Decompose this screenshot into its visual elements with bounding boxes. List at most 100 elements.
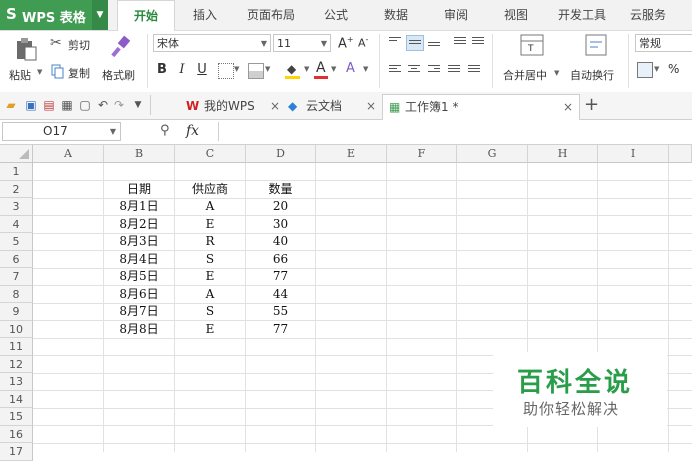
row-header[interactable]: 2 bbox=[0, 180, 33, 198]
table-cell-quantity[interactable]: 55 bbox=[246, 303, 315, 321]
wrap-text-button[interactable]: 自动换行 bbox=[568, 34, 624, 86]
tab-data[interactable]: 数据 bbox=[374, 0, 418, 30]
table-cell-date[interactable]: 8月7日 bbox=[104, 303, 174, 321]
column-header-c[interactable]: C bbox=[175, 145, 246, 163]
column-header-b[interactable]: B bbox=[104, 145, 175, 163]
name-box[interactable]: O17 ▼ bbox=[2, 122, 121, 141]
row-header[interactable]: 13 bbox=[0, 373, 33, 391]
close-icon[interactable]: × bbox=[366, 94, 376, 118]
row-header[interactable]: 16 bbox=[0, 425, 33, 443]
table-header-quantity[interactable]: 数量 bbox=[246, 181, 315, 199]
chevron-down-icon[interactable]: ▼ bbox=[234, 65, 239, 73]
print-preview-icon[interactable]: ▢ bbox=[78, 98, 92, 112]
align-middle-button[interactable] bbox=[406, 35, 424, 51]
table-cell-quantity[interactable]: 44 bbox=[246, 286, 315, 304]
print-icon[interactable]: ▦ bbox=[60, 98, 74, 112]
doc-tab-cloud-docs[interactable]: ◆ 云文档 × bbox=[286, 94, 380, 118]
chevron-down-icon[interactable]: ▼ bbox=[363, 65, 368, 73]
close-icon[interactable]: × bbox=[563, 95, 573, 119]
row-header[interactable]: 12 bbox=[0, 355, 33, 373]
justify-button[interactable] bbox=[446, 63, 462, 77]
chevron-down-icon[interactable]: ▼ bbox=[131, 98, 145, 112]
table-header-date[interactable]: 日期 bbox=[104, 181, 174, 199]
row-header[interactable]: 1 bbox=[0, 163, 33, 181]
app-menu-button[interactable]: S WPS 表格 ▼ bbox=[0, 0, 108, 30]
cut-button[interactable]: ✂ 剪切 bbox=[50, 35, 100, 53]
chevron-down-icon[interactable]: ▼ bbox=[654, 65, 659, 73]
close-icon[interactable]: × bbox=[270, 94, 280, 118]
table-cell-quantity[interactable]: 30 bbox=[246, 216, 315, 234]
table-cell-supplier[interactable]: A bbox=[175, 198, 245, 216]
decrease-font-size-button[interactable]: A- bbox=[358, 35, 368, 50]
bold-button[interactable]: B bbox=[154, 61, 170, 79]
table-cell-supplier[interactable]: E bbox=[175, 268, 245, 286]
increase-indent-button[interactable] bbox=[470, 35, 486, 49]
column-header-f[interactable]: F bbox=[387, 145, 457, 163]
export-pdf-icon[interactable]: ▤ bbox=[42, 98, 56, 112]
fill-color-button[interactable]: ◆ bbox=[284, 61, 302, 79]
row-header[interactable]: 11 bbox=[0, 338, 33, 356]
select-all-corner[interactable] bbox=[0, 145, 33, 163]
tab-developer[interactable]: 开发工具 bbox=[552, 0, 612, 30]
font-name-select[interactable]: 宋体 ▼ bbox=[153, 34, 271, 52]
tab-home[interactable]: 开始 bbox=[117, 0, 175, 32]
clear-format-icon[interactable]: A bbox=[346, 61, 355, 76]
align-top-button[interactable] bbox=[387, 35, 403, 49]
font-color-button[interactable]: A bbox=[313, 60, 329, 80]
table-cell-date[interactable]: 8月6日 bbox=[104, 286, 174, 304]
row-header[interactable]: 4 bbox=[0, 215, 33, 233]
percent-button[interactable]: % bbox=[668, 62, 679, 76]
row-header[interactable]: 7 bbox=[0, 268, 33, 286]
table-cell-supplier[interactable]: R bbox=[175, 233, 245, 251]
column-header-g[interactable]: G bbox=[457, 145, 528, 163]
tab-formulas[interactable]: 公式 bbox=[314, 0, 358, 30]
table-cell-quantity[interactable]: 77 bbox=[246, 268, 315, 286]
tab-view[interactable]: 视图 bbox=[494, 0, 538, 30]
tab-review[interactable]: 审阅 bbox=[434, 0, 478, 30]
chevron-down-icon[interactable]: ▼ bbox=[304, 65, 309, 73]
row-header[interactable]: 8 bbox=[0, 285, 33, 303]
formula-input[interactable] bbox=[218, 122, 692, 141]
table-cell-supplier[interactable]: E bbox=[175, 321, 245, 339]
table-header-supplier[interactable]: 供应商 bbox=[175, 181, 245, 199]
column-header-d[interactable]: D bbox=[246, 145, 316, 163]
column-header-a[interactable]: A bbox=[33, 145, 104, 163]
copy-button[interactable]: 复制 bbox=[50, 63, 100, 81]
paste-button[interactable]: 粘贴 ▼ bbox=[8, 35, 44, 85]
align-right-button[interactable] bbox=[426, 63, 442, 77]
undo-icon[interactable]: ↶ bbox=[96, 98, 110, 112]
tab-cloud-service[interactable]: 云服务 bbox=[624, 0, 672, 30]
tab-page-layout[interactable]: 页面布局 bbox=[240, 0, 302, 30]
decrease-indent-button[interactable] bbox=[452, 35, 468, 49]
align-bottom-button[interactable] bbox=[426, 35, 442, 49]
table-cell-date[interactable]: 8月8日 bbox=[104, 321, 174, 339]
column-header-i[interactable]: I bbox=[598, 145, 669, 163]
column-header-next[interactable] bbox=[669, 145, 692, 163]
font-size-select[interactable]: 11 ▼ bbox=[273, 34, 331, 52]
chevron-down-icon[interactable]: ▼ bbox=[265, 65, 270, 73]
number-format-select[interactable]: 常规 bbox=[635, 34, 692, 52]
table-cell-supplier[interactable]: A bbox=[175, 286, 245, 304]
underline-button[interactable]: U bbox=[194, 61, 210, 79]
merge-center-button[interactable]: T 合并居中 ▼ bbox=[500, 34, 564, 86]
new-tab-plus-icon[interactable]: + bbox=[584, 94, 599, 115]
table-cell-quantity[interactable]: 40 bbox=[246, 233, 315, 251]
column-header-e[interactable]: E bbox=[316, 145, 387, 163]
doc-tab-my-wps[interactable]: W 我的WPS × bbox=[160, 94, 284, 118]
table-cell-supplier[interactable]: E bbox=[175, 216, 245, 234]
row-header[interactable]: 10 bbox=[0, 320, 33, 338]
table-cell-date[interactable]: 8月2日 bbox=[104, 216, 174, 234]
table-cell-quantity[interactable]: 66 bbox=[246, 251, 315, 269]
tab-insert[interactable]: 插入 bbox=[183, 0, 227, 30]
table-cell-quantity[interactable]: 20 bbox=[246, 198, 315, 216]
chevron-down-icon[interactable]: ▼ bbox=[331, 65, 336, 73]
table-cell-date[interactable]: 8月1日 bbox=[104, 198, 174, 216]
doc-tab-workbook[interactable]: ▦ 工作簿1 * × bbox=[382, 94, 580, 121]
row-header[interactable]: 3 bbox=[0, 198, 33, 216]
table-cell-supplier[interactable]: S bbox=[175, 303, 245, 321]
table-cell-date[interactable]: 8月4日 bbox=[104, 251, 174, 269]
format-painter-button[interactable]: 格式刷 bbox=[102, 35, 142, 85]
row-header[interactable]: 6 bbox=[0, 250, 33, 268]
row-header[interactable]: 15 bbox=[0, 408, 33, 426]
cell-style-button[interactable] bbox=[248, 63, 264, 79]
